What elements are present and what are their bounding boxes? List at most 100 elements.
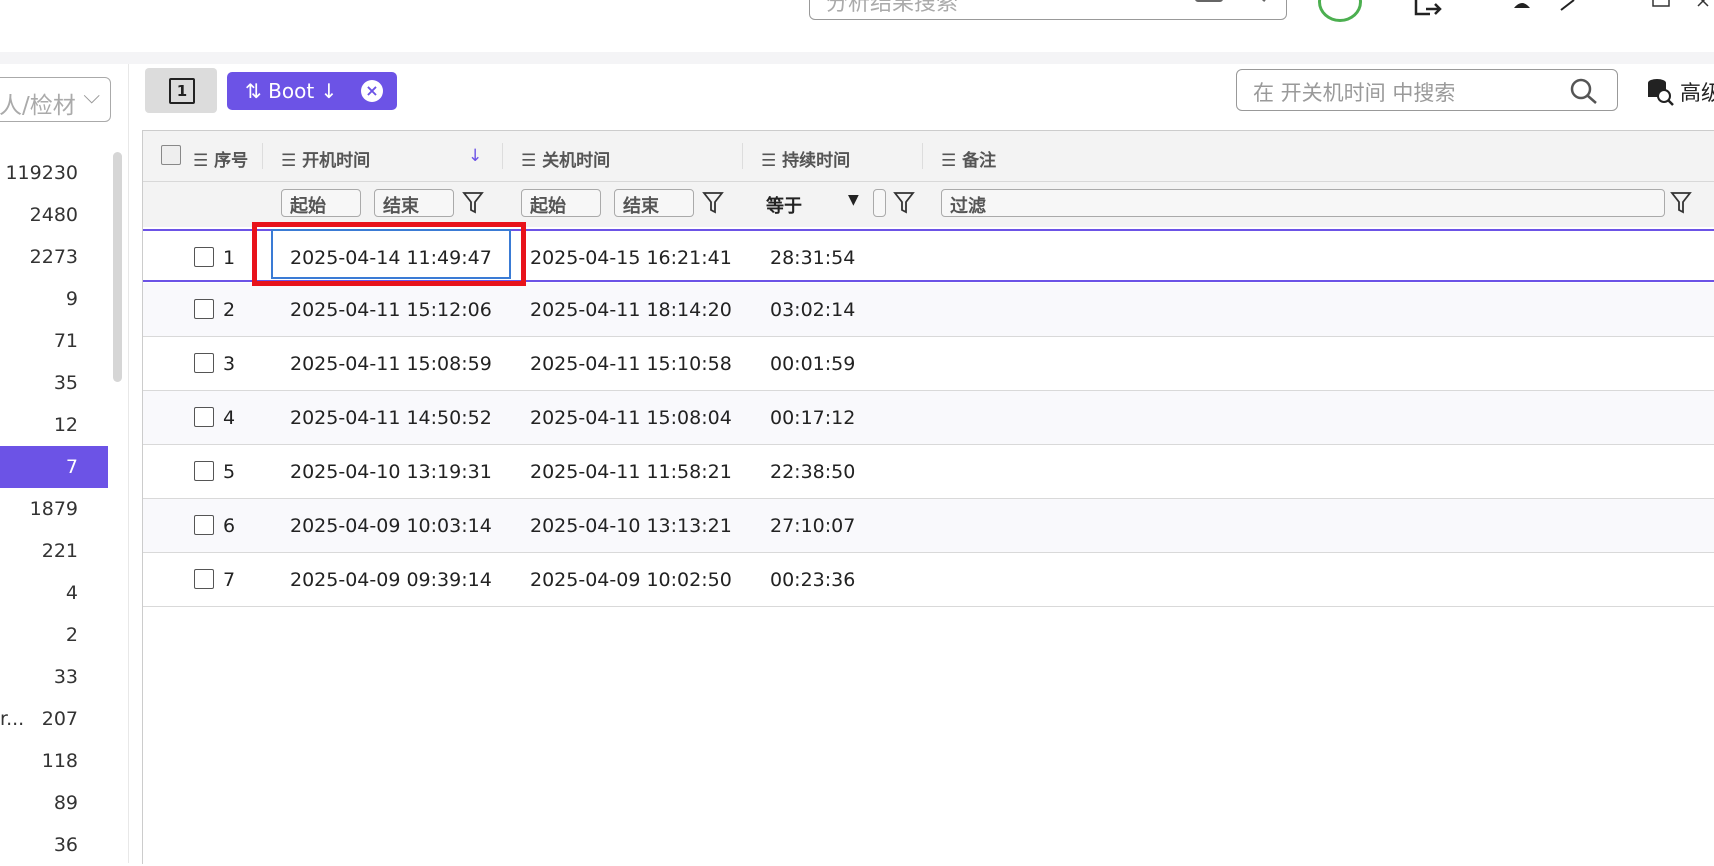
column-header-notes[interactable]: ☰ 备注 xyxy=(941,146,996,171)
duration-operator-select[interactable]: 等于 ▼ xyxy=(766,192,859,218)
left-list-item[interactable]: 2 xyxy=(0,614,108,656)
column-header-duration[interactable]: ☰ 持续时间 xyxy=(761,146,850,171)
row-checkbox[interactable] xyxy=(194,353,214,373)
shutdown-time-cell[interactable]: 2025-04-11 18:14:20 xyxy=(530,299,732,321)
column-divider[interactable] xyxy=(502,143,503,169)
close-window-icon[interactable] xyxy=(1696,0,1714,10)
shutdown-time-cell[interactable]: 2025-04-11 15:10:58 xyxy=(530,353,732,375)
left-list-item[interactable]: 71 xyxy=(0,320,108,362)
duration-cell[interactable]: 28:31:54 xyxy=(770,247,855,269)
shutdown-start-filter[interactable]: 起始 xyxy=(521,189,601,217)
left-list-item[interactable]: 35 xyxy=(0,362,108,404)
boot-start-filter[interactable]: 起始 xyxy=(281,189,361,217)
left-list-item[interactable]: 2273 xyxy=(0,236,108,278)
left-list-item[interactable]: 89 xyxy=(0,782,108,824)
left-list-item[interactable]: 119230 xyxy=(0,152,108,194)
duration-cell[interactable]: 00:01:59 xyxy=(770,353,855,375)
keyboard-icon[interactable] xyxy=(1194,0,1224,5)
row-checkbox[interactable] xyxy=(194,407,214,427)
tab-number-button[interactable]: 1 xyxy=(145,68,217,113)
duration-cell[interactable]: 22:38:50 xyxy=(770,461,855,483)
boot-time-cell[interactable]: 2025-04-11 15:12:06 xyxy=(290,299,492,321)
column-divider[interactable] xyxy=(742,143,743,169)
sort-chip[interactable]: ⇅ Boot ↓ × xyxy=(227,72,397,110)
maximize-icon[interactable] xyxy=(1652,0,1670,10)
row-checkbox[interactable] xyxy=(194,461,214,481)
shutdown-time-cell[interactable]: 2025-04-10 13:13:21 xyxy=(530,515,732,537)
left-list-item[interactable]: r... 207 xyxy=(0,698,108,740)
remove-chip-icon[interactable]: × xyxy=(361,80,383,102)
shutdown-time-cell[interactable]: 2025-04-09 10:02:50 xyxy=(530,569,732,591)
boot-time-cell[interactable]: 2025-04-09 09:39:14 xyxy=(290,569,492,591)
table-row[interactable]: 4 2025-04-11 14:50:52 2025-04-11 15:08:04 0… xyxy=(143,391,1714,445)
left-list-count: 2 xyxy=(65,624,78,646)
arrow-down-icon: ↓ xyxy=(320,79,338,103)
operator-value: 等于 xyxy=(766,196,802,217)
left-list-count: 36 xyxy=(53,834,78,856)
analysis-search-input[interactable]: 分析结果搜索 xyxy=(809,0,1287,20)
column-divider[interactable] xyxy=(922,143,923,169)
filter-icon[interactable] xyxy=(1668,188,1694,216)
left-list-count: 221 xyxy=(41,540,78,562)
table-row[interactable]: 5 2025-04-10 13:19:31 2025-04-11 11:58:21 2… xyxy=(143,445,1714,499)
left-list-item[interactable]: 36 xyxy=(0,824,108,866)
left-list-item[interactable]: 118 xyxy=(0,740,108,782)
row-checkbox[interactable] xyxy=(194,247,214,267)
left-list-item[interactable]: 7 xyxy=(0,446,108,488)
boot-time-cell[interactable]: 2025-04-11 15:08:59 xyxy=(290,353,492,375)
row-checkbox[interactable] xyxy=(194,299,214,319)
left-list-label: r... xyxy=(0,708,25,730)
duration-cell[interactable]: 27:10:07 xyxy=(770,515,855,537)
boot-time-cell[interactable]: 2025-04-09 10:03:14 xyxy=(290,515,492,537)
row-index: 2 xyxy=(223,299,236,321)
shutdown-time-cell[interactable]: 2025-04-15 16:21:41 xyxy=(530,247,732,269)
table-row[interactable]: 7 2025-04-09 09:39:14 2025-04-09 10:02:50 0… xyxy=(143,553,1714,607)
left-list-count: 1879 xyxy=(29,498,78,520)
column-header-boot-time[interactable]: ☰ 开机时间 xyxy=(281,146,370,171)
person-evidence-select[interactable]: 人/检材 ⌵ xyxy=(0,77,111,122)
highlight-box xyxy=(252,222,526,286)
left-scrollbar[interactable] xyxy=(113,152,122,382)
filter-icon[interactable] xyxy=(460,188,486,216)
filter-icon[interactable] xyxy=(700,188,726,216)
column-search-input[interactable]: 在 开关机时间 中搜索 xyxy=(1236,69,1618,111)
sort-icon: ⇅ xyxy=(245,79,262,103)
boot-end-filter[interactable]: 结束 xyxy=(374,189,454,217)
table-row[interactable]: 2 2025-04-11 15:12:06 2025-04-11 18:14:20 0… xyxy=(143,283,1714,337)
left-list-count: 33 xyxy=(53,666,78,688)
left-list-item[interactable]: 2480 xyxy=(0,194,108,236)
row-checkbox[interactable] xyxy=(194,515,214,535)
boot-time-cell[interactable]: 2025-04-11 14:50:52 xyxy=(290,407,492,429)
search-icon[interactable] xyxy=(1569,78,1599,106)
duration-cell[interactable]: 00:23:36 xyxy=(770,569,855,591)
row-index: 6 xyxy=(223,515,236,537)
left-list-item[interactable]: 4 xyxy=(0,572,108,614)
row-checkbox[interactable] xyxy=(194,569,214,589)
column-header-shutdown-time[interactable]: ☰ 关机时间 xyxy=(521,146,610,171)
duration-cell[interactable]: 03:02:14 xyxy=(770,299,855,321)
left-list-item[interactable]: 12 xyxy=(0,404,108,446)
boot-time-cell[interactable]: 2025-04-10 13:19:31 xyxy=(290,461,492,483)
shutdown-time-cell[interactable]: 2025-04-11 15:08:04 xyxy=(530,407,732,429)
duration-value-filter[interactable] xyxy=(873,189,886,217)
table-row[interactable]: 3 2025-04-11 15:08:59 2025-04-11 15:10:58 0… xyxy=(143,337,1714,391)
pin-icon[interactable] xyxy=(1558,0,1578,12)
user-icon[interactable] xyxy=(1512,0,1532,12)
left-list-item[interactable]: 9 xyxy=(0,278,108,320)
database-search-icon xyxy=(1648,79,1674,106)
logout-icon[interactable] xyxy=(1410,0,1444,20)
filter-icon[interactable] xyxy=(891,188,917,216)
column-divider[interactable] xyxy=(262,143,263,169)
left-list-item[interactable]: 221 xyxy=(0,530,108,572)
left-list-item[interactable]: 1879 xyxy=(0,488,108,530)
select-all-checkbox[interactable] xyxy=(161,145,181,165)
column-header-index[interactable]: ☰ 序号 xyxy=(193,146,248,171)
search-icon[interactable] xyxy=(1238,0,1268,5)
left-list-item[interactable]: 33 xyxy=(0,656,108,698)
shutdown-time-cell[interactable]: 2025-04-11 11:58:21 xyxy=(530,461,732,483)
table-row[interactable]: 6 2025-04-09 10:03:14 2025-04-10 13:13:21 2… xyxy=(143,499,1714,553)
duration-cell[interactable]: 00:17:12 xyxy=(770,407,855,429)
shutdown-end-filter[interactable]: 结束 xyxy=(614,189,694,217)
sort-desc-icon[interactable]: ↓ xyxy=(468,146,482,166)
notes-filter[interactable]: 过滤 xyxy=(941,189,1665,217)
